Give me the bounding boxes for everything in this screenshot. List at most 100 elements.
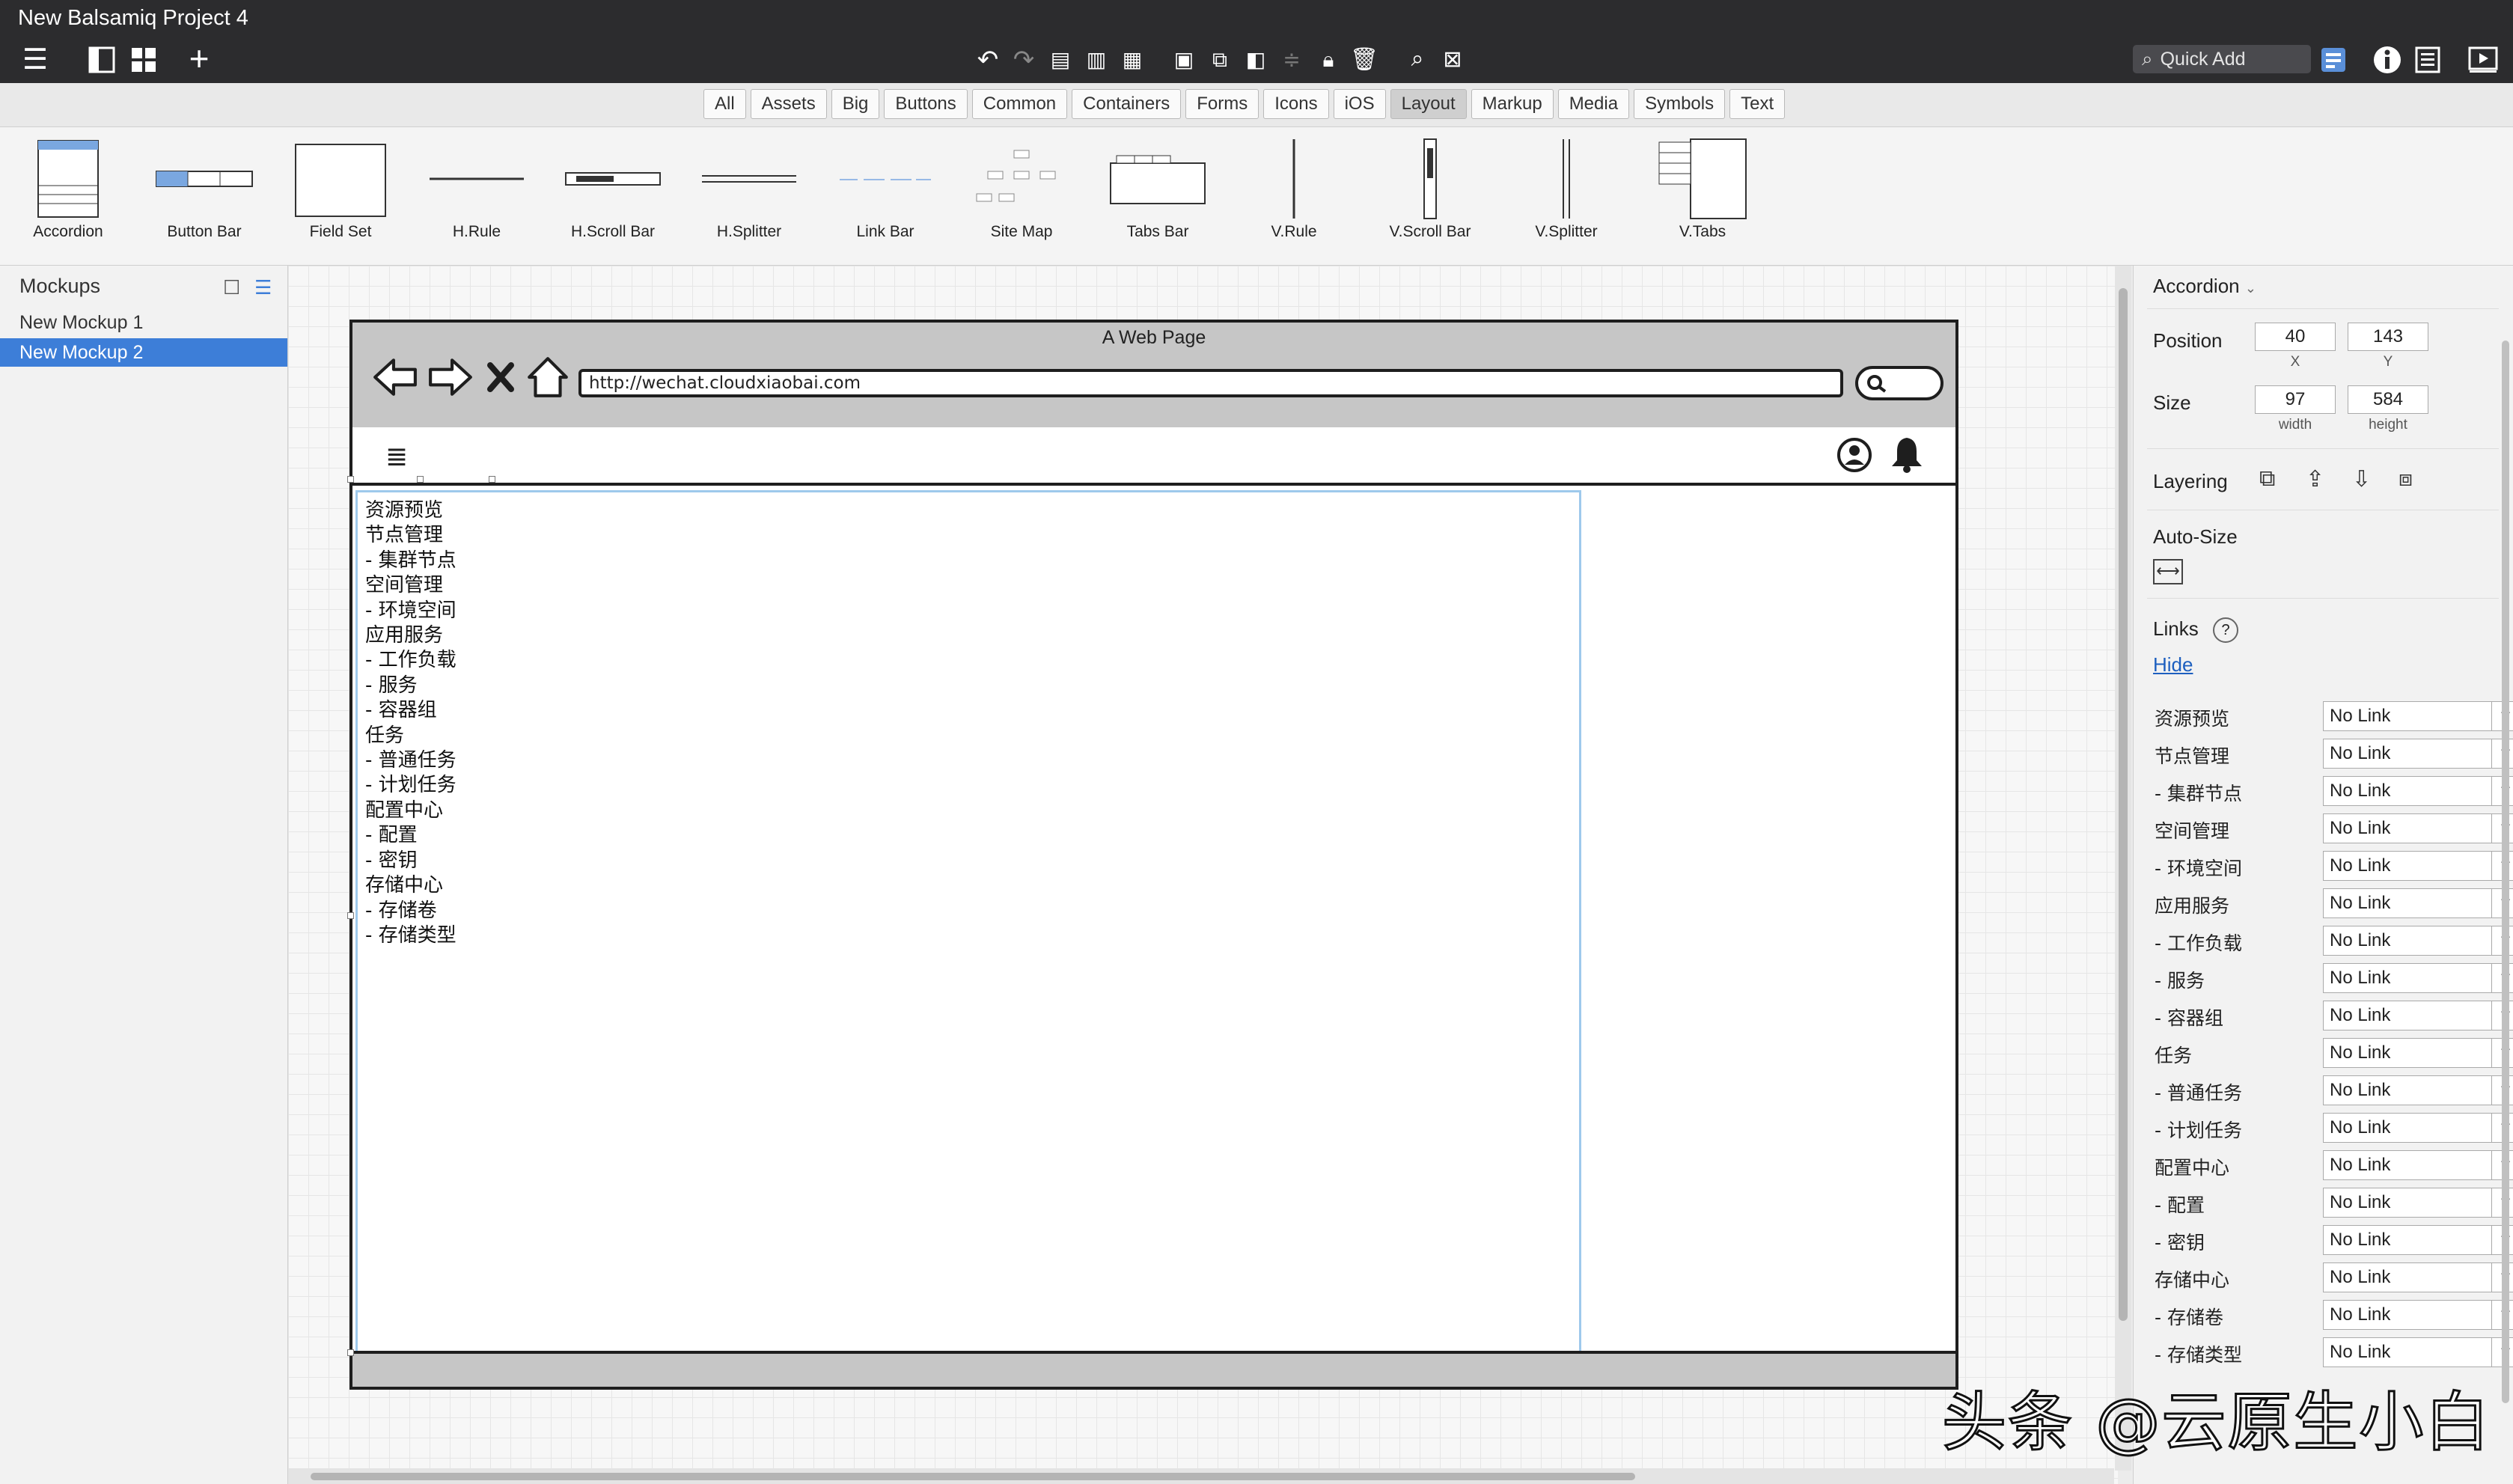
- library-item-h-scroll-bar[interactable]: H.Scroll Bar: [545, 127, 681, 265]
- group-icon[interactable]: ▣: [1170, 46, 1197, 73]
- redo-icon[interactable]: ↷: [1010, 45, 1037, 75]
- autosize-toggle-icon[interactable]: ⟷: [2153, 559, 2183, 584]
- add-icon[interactable]: +: [183, 41, 216, 76]
- scroll-thumb[interactable]: [311, 1473, 1635, 1480]
- align-icon[interactable]: ≑: [1278, 46, 1305, 73]
- duplicate-icon[interactable]: ▥: [1084, 46, 1109, 73]
- library-item-link-bar[interactable]: Link Bar: [817, 127, 953, 265]
- library-item-site-map[interactable]: Site Map: [953, 127, 1090, 265]
- link-target-select[interactable]: No Link: [2323, 739, 2492, 769]
- help-icon[interactable]: ?: [2213, 617, 2238, 643]
- library-item-v-tabs[interactable]: V.Tabs: [1634, 127, 1771, 265]
- info-icon[interactable]: [2371, 43, 2404, 76]
- send-to-back-icon[interactable]: ⧈: [2399, 466, 2413, 492]
- library-item-v-scroll-bar[interactable]: V.Scroll Bar: [1362, 127, 1498, 265]
- filter-tab-icons[interactable]: Icons: [1263, 89, 1329, 119]
- filter-tab-common[interactable]: Common: [971, 89, 1068, 119]
- quick-add-box[interactable]: ⌕: [2133, 45, 2311, 73]
- link-target-select[interactable]: No Link: [2323, 1300, 2492, 1330]
- link-target-select[interactable]: No Link: [2323, 1225, 2492, 1255]
- search-icon[interactable]: ⌕: [1404, 45, 1431, 73]
- browser-window-mockup[interactable]: A Web Page http://wechat.cloudxiaobai.co…: [349, 320, 1958, 1390]
- resize-handle[interactable]: [489, 476, 495, 483]
- library-item-tabs-bar[interactable]: Tabs Bar: [1090, 127, 1226, 265]
- link-target-select[interactable]: No Link: [2323, 813, 2492, 843]
- scroll-thumb[interactable]: [2119, 288, 2128, 1321]
- paste-icon[interactable]: ▦: [1120, 46, 1145, 73]
- library-item-v-splitter[interactable]: V.Splitter: [1498, 127, 1634, 265]
- filter-tab-ios[interactable]: iOS: [1333, 89, 1386, 119]
- link-target-select[interactable]: No Link: [2323, 1188, 2492, 1218]
- library-item-v-rule[interactable]: V.Rule: [1226, 127, 1362, 265]
- filter-tab-symbols[interactable]: Symbols: [1634, 89, 1726, 119]
- library-item-button-bar[interactable]: Button Bar: [136, 127, 272, 265]
- link-target-select[interactable]: No Link: [2323, 776, 2492, 806]
- position-x-field[interactable]: 40: [2255, 323, 2336, 351]
- app-header-bar: ≣: [352, 427, 1955, 486]
- height-field[interactable]: 584: [2348, 385, 2428, 414]
- link-target-select[interactable]: No Link: [2323, 851, 2492, 881]
- link-target-select[interactable]: No Link: [2323, 1038, 2492, 1068]
- position-y-field[interactable]: 143: [2348, 323, 2428, 351]
- hide-links-link[interactable]: Hide: [2153, 653, 2193, 677]
- editing-canvas[interactable]: A Web Page http://wechat.cloudxiaobai.co…: [288, 266, 2118, 1484]
- resize-handle[interactable]: [347, 476, 354, 483]
- link-target-select[interactable]: No Link: [2323, 963, 2492, 993]
- resize-handle[interactable]: [417, 476, 424, 483]
- library-item-field-set[interactable]: Field Set: [272, 127, 409, 265]
- filter-tab-layout[interactable]: Layout: [1390, 89, 1467, 119]
- bring-to-front-icon[interactable]: ⧉: [2259, 466, 2275, 492]
- arrange-icon[interactable]: ◧: [1242, 46, 1269, 73]
- filter-tab-assets[interactable]: Assets: [750, 89, 827, 119]
- filter-tab-forms[interactable]: Forms: [1185, 89, 1259, 119]
- mockup-item-selected[interactable]: New Mockup 2: [0, 338, 287, 367]
- thumbnail-view-icon[interactable]: ☐: [223, 276, 240, 299]
- presentation-play-icon[interactable]: [2467, 45, 2500, 75]
- send-backward-icon[interactable]: ⇩: [2352, 466, 2371, 492]
- grid-view-icon[interactable]: [129, 45, 159, 75]
- link-target-select[interactable]: No Link: [2323, 1150, 2492, 1180]
- lock-icon[interactable]: 🔒︎: [1316, 46, 1341, 73]
- resize-handle[interactable]: [347, 1349, 354, 1356]
- quick-add-input[interactable]: [2158, 47, 2304, 71]
- single-view-icon[interactable]: [87, 45, 117, 75]
- library-item-label: Link Bar: [856, 223, 914, 240]
- library-item-accordion[interactable]: Accordion: [0, 127, 136, 265]
- list-view-icon[interactable]: ☰: [254, 276, 272, 299]
- library-item-h-rule[interactable]: H.Rule: [409, 127, 545, 265]
- filter-tab-media[interactable]: Media: [1557, 89, 1630, 119]
- link-target-select[interactable]: No Link: [2323, 1113, 2492, 1143]
- link-target-select[interactable]: No Link: [2323, 1001, 2492, 1030]
- filter-tab-text[interactable]: Text: [1729, 89, 1786, 119]
- undo-icon[interactable]: ↶: [974, 45, 1001, 75]
- link-target-select[interactable]: No Link: [2323, 1337, 2492, 1367]
- filter-tab-containers[interactable]: Containers: [1072, 89, 1182, 119]
- scroll-thumb[interactable]: [2502, 341, 2509, 1403]
- delete-icon[interactable]: 🗑︎: [1350, 46, 1378, 73]
- fullscreen-close-icon[interactable]: ⊠: [1440, 46, 1465, 73]
- mockup-item[interactable]: New Mockup 1: [0, 308, 287, 337]
- canvas-vertical-scrollbar[interactable]: [2115, 266, 2131, 1471]
- project-info-icon[interactable]: [2318, 45, 2348, 75]
- canvas-horizontal-scrollbar[interactable]: [288, 1468, 2114, 1484]
- resize-handle[interactable]: [347, 912, 354, 919]
- link-target-select[interactable]: No Link: [2323, 701, 2492, 731]
- filter-tab-buttons[interactable]: Buttons: [884, 89, 968, 119]
- filter-tab-markup[interactable]: Markup: [1471, 89, 1554, 119]
- link-target-select[interactable]: No Link: [2323, 1075, 2492, 1105]
- accordion-selected[interactable]: 资源预览 节点管理 - 集群节点 空间管理 - 环境空间 应用服务 - 工作负载 - 服务 - …: [355, 490, 1581, 1382]
- library-item-h-splitter[interactable]: H.Splitter: [681, 127, 817, 265]
- bring-forward-icon[interactable]: ⇪: [2306, 466, 2324, 492]
- link-target-select[interactable]: No Link: [2323, 888, 2492, 918]
- props-scrollbar[interactable]: [2499, 311, 2512, 1433]
- hamburger-menu-icon[interactable]: ☰: [16, 43, 54, 76]
- notes-icon[interactable]: [2413, 45, 2443, 75]
- link-target-select[interactable]: No Link: [2323, 1262, 2492, 1292]
- ungroup-icon[interactable]: ⧉: [1206, 46, 1233, 73]
- filter-tab-all[interactable]: All: [703, 89, 746, 119]
- width-field[interactable]: 97: [2255, 385, 2336, 414]
- copy-icon[interactable]: ▤: [1048, 46, 1073, 73]
- filter-tab-big[interactable]: Big: [831, 89, 880, 119]
- component-type-dropdown[interactable]: Accordion ⌄: [2153, 275, 2256, 298]
- link-target-select[interactable]: No Link: [2323, 926, 2492, 956]
